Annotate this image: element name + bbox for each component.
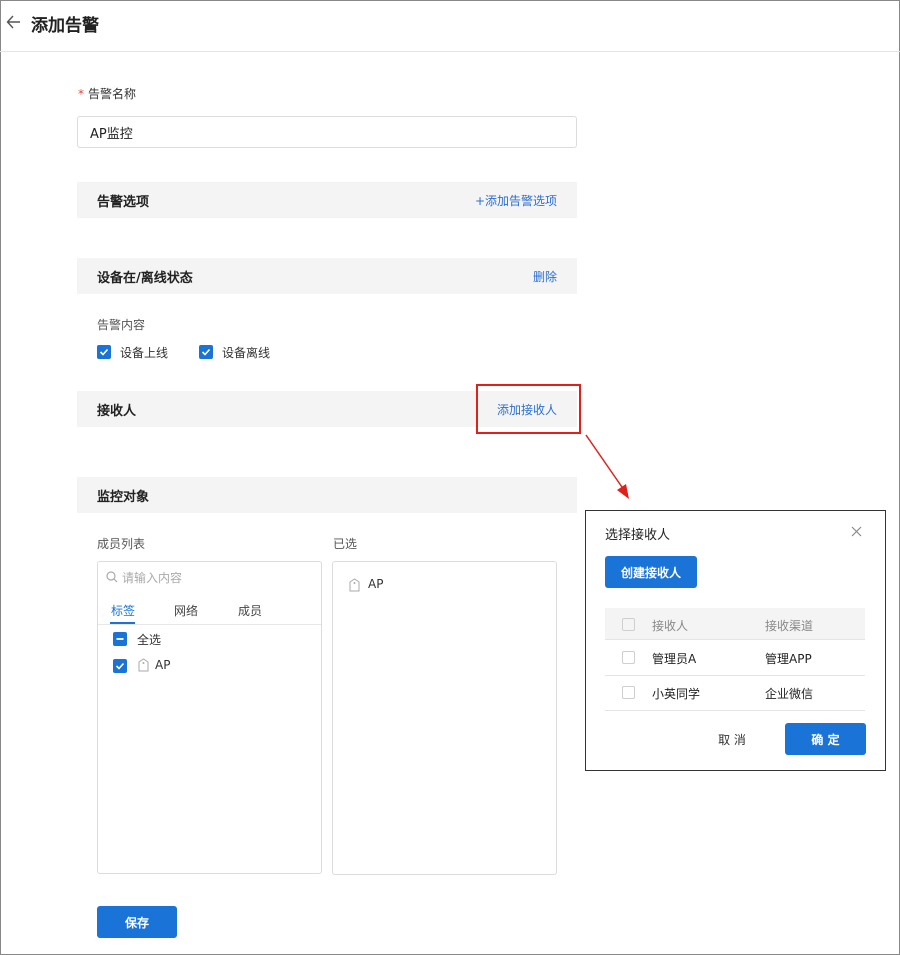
- page-header: 添加告警: [0, 0, 900, 52]
- delete-link[interactable]: 删除: [533, 268, 557, 285]
- members-list-label: 成员列表: [97, 537, 146, 551]
- selected-panel: AP: [332, 561, 557, 875]
- device-online-label: 设备上线: [120, 346, 169, 360]
- device-status-title: 设备在/离线状态: [97, 271, 193, 286]
- arrow-left-icon[interactable]: [6, 12, 24, 32]
- alert-options-section: 告警选项 +添加告警选项: [77, 182, 577, 218]
- row-checkbox[interactable]: [622, 686, 635, 699]
- select-receiver-dialog: 选择接收人 创建接收人 接收人 接收渠道 管理员A 管理APP 小英同学 企业微…: [585, 510, 886, 771]
- monitor-title: 监控对象: [97, 490, 150, 505]
- minus-icon: [116, 638, 124, 640]
- tag-icon: [138, 658, 149, 672]
- alert-name-label-text: 告警名称: [88, 87, 137, 101]
- selected-ap-label: AP: [368, 577, 384, 591]
- row-checkbox[interactable]: [622, 651, 635, 664]
- required-mark: *: [78, 87, 84, 101]
- cancel-button[interactable]: 取 消: [704, 724, 760, 754]
- device-offline-label: 设备离线: [222, 346, 271, 360]
- add-alert-option-link[interactable]: +添加告警选项: [475, 192, 557, 209]
- receiver-name: 小英同学: [652, 687, 701, 701]
- device-offline-checkbox[interactable]: [199, 345, 213, 359]
- select-all-label: 全选: [137, 633, 162, 647]
- table-row[interactable]: 小英同学 企业微信: [605, 676, 865, 711]
- active-tab-indicator: [110, 622, 135, 624]
- tab-tags[interactable]: 标签: [111, 602, 135, 619]
- members-panel: 标签 网络 成员 全选 AP: [97, 561, 322, 874]
- add-receiver-highlight: [476, 384, 581, 434]
- ap-checkbox[interactable]: [113, 659, 127, 673]
- create-receiver-button[interactable]: 创建接收人: [605, 556, 697, 588]
- device-status-section: 设备在/离线状态 删除: [77, 258, 577, 294]
- close-icon[interactable]: [851, 526, 862, 537]
- select-all-checkbox[interactable]: [113, 632, 127, 646]
- alert-name-label: * 告警名称: [78, 85, 136, 102]
- alert-options-title: 告警选项: [97, 195, 150, 210]
- receiver-channel: 企业微信: [765, 687, 814, 701]
- table-row[interactable]: 管理员A 管理APP: [605, 641, 865, 676]
- tab-members[interactable]: 成员: [238, 602, 262, 619]
- save-button[interactable]: 保存: [97, 906, 177, 938]
- receiver-channel: 管理APP: [765, 652, 812, 666]
- receivers-title: 接收人: [97, 404, 137, 419]
- alert-name-input[interactable]: [77, 116, 577, 148]
- check-icon: [201, 348, 211, 356]
- device-online-checkbox[interactable]: [97, 345, 111, 359]
- member-search-input[interactable]: [122, 568, 312, 588]
- confirm-button[interactable]: 确 定: [785, 723, 866, 755]
- receiver-table-header: 接收人 接收渠道: [605, 608, 865, 640]
- check-icon: [115, 662, 125, 670]
- page-title: 添加告警: [31, 16, 99, 36]
- monitor-section: 监控对象: [77, 477, 577, 513]
- callout-arrow-icon: [585, 434, 629, 499]
- tabs-divider: [98, 624, 321, 625]
- dialog-title: 选择接收人: [605, 528, 671, 543]
- selected-label: 已选: [333, 537, 358, 551]
- receiver-name: 管理员A: [652, 652, 697, 666]
- tab-network[interactable]: 网络: [174, 602, 198, 619]
- col-receiver: 接收人: [652, 619, 689, 633]
- alert-content-label: 告警内容: [97, 318, 146, 332]
- ap-label: AP: [155, 658, 171, 672]
- tag-icon: [349, 578, 360, 592]
- check-icon: [99, 348, 109, 356]
- header-checkbox[interactable]: [622, 618, 635, 631]
- col-channel: 接收渠道: [765, 619, 814, 633]
- search-icon: [106, 571, 118, 583]
